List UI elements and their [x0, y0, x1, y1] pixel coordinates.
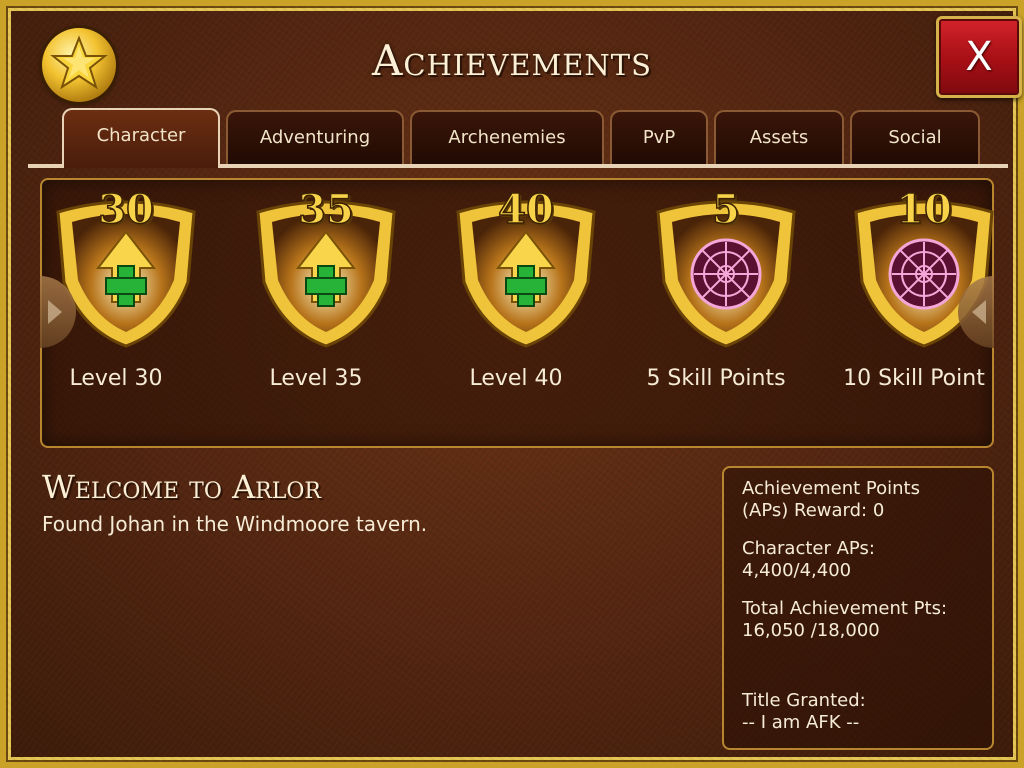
- reward-label: Achievement Points: [742, 478, 920, 499]
- level-up-arrow-icon: 35: [250, 182, 402, 352]
- tab-character[interactable]: Character: [62, 108, 220, 168]
- chevron-left-icon: [972, 300, 986, 324]
- achievement-label: 5 Skill Points: [646, 366, 786, 391]
- chevron-right-icon: [48, 300, 62, 324]
- reward-value: (APs) Reward: 0: [742, 500, 885, 521]
- achievement-description: Found Johan in the Windmoore tavern.: [42, 512, 428, 536]
- tab-label: Adventuring: [259, 127, 371, 148]
- badge-number: 10: [895, 185, 952, 234]
- character-aps-label: Character APs:: [742, 538, 875, 559]
- tab-pvp[interactable]: PvP: [610, 110, 708, 166]
- tab-label: Character: [96, 125, 186, 146]
- tab-assets[interactable]: Assets: [714, 110, 844, 166]
- badge-number: 35: [297, 185, 354, 234]
- achievement-info-panel: Achievement Points (APs) Reward: 0 Chara…: [722, 466, 994, 750]
- achievement-card-level-35[interactable]: 35 Level 35: [216, 182, 416, 412]
- tab-adventuring[interactable]: Adventuring: [226, 110, 404, 166]
- tab-label: Assets: [749, 127, 809, 148]
- achievement-card-5-skill-points[interactable]: 5 5 Skill Points: [616, 182, 816, 412]
- level-up-arrow-icon: 40: [450, 182, 602, 352]
- badge-number: 5: [711, 185, 740, 234]
- tab-archenemies[interactable]: Archenemies: [410, 110, 604, 166]
- title-granted-label: Title Granted:: [742, 690, 866, 711]
- badge-number: 30: [97, 185, 154, 234]
- tab-label: PvP: [642, 127, 676, 148]
- achievement-label: Level 40: [469, 366, 563, 391]
- close-button[interactable]: X: [936, 16, 1022, 98]
- window-title: Achievements: [372, 36, 652, 85]
- achievements-window: Achievements X Character Adventuring Arc…: [0, 0, 1024, 768]
- total-pts-value: 16,050 /18,000: [742, 620, 880, 641]
- total-pts-label: Total Achievement Pts:: [742, 598, 948, 619]
- character-aps-value: 4,400/4,400: [742, 560, 852, 581]
- tab-social[interactable]: Social: [850, 110, 980, 166]
- achievement-title: Welcome to Arlor: [42, 468, 321, 506]
- tab-bar: Character Adventuring Archenemies PvP As…: [28, 108, 1008, 168]
- achievement-label: Level 30: [69, 366, 163, 391]
- close-icon: X: [965, 34, 993, 80]
- title-granted-value: -- I am AFK --: [742, 712, 860, 733]
- achievement-card-level-40[interactable]: 40 Level 40: [416, 182, 616, 412]
- skill-sigil-icon: 5: [650, 182, 802, 352]
- achievement-label: 10 Skill Point: [843, 366, 985, 391]
- tab-label: Social: [888, 127, 942, 148]
- tab-label: Archenemies: [448, 127, 566, 148]
- achievement-label: Level 35: [269, 366, 363, 391]
- badge-number: 40: [497, 185, 554, 234]
